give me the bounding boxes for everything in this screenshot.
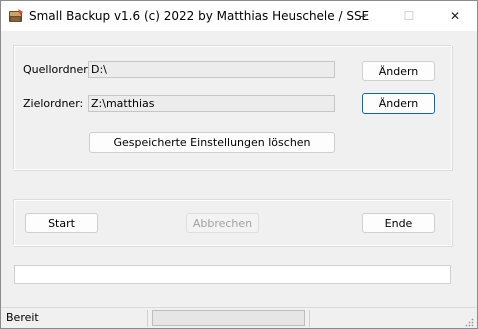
title-bar[interactable]: Small Backup v1.6 (c) 2022 by Matthias H… [1,1,477,31]
maximize-icon: ☐ [403,9,415,23]
source-folder-label: Quellordner: [23,63,92,76]
exit-button[interactable]: Ende [362,213,435,233]
cancel-button: Abbrechen [186,213,259,233]
status-progress-panel [152,310,305,326]
window-title: Small Backup v1.6 (c) 2022 by Matthias H… [29,9,370,23]
status-separator [147,310,148,327]
target-folder-field: Z:\matthias [88,95,335,112]
progress-bar [14,265,451,284]
status-bar: Bereit [1,307,477,328]
minimize-button[interactable]: – [341,1,385,31]
clear-settings-button[interactable]: Gespeicherte Einstellungen löschen [89,132,335,153]
start-button[interactable]: Start [25,213,98,233]
resize-grip-icon[interactable] [464,317,474,327]
maximize-button: ☐ [387,1,431,31]
status-text: Bereit [6,311,39,324]
target-folder-label: Zielordner: [23,97,84,110]
status-separator [309,310,310,327]
backup-app-icon [9,9,23,22]
source-folder-field: D:\ [88,61,335,78]
app-window: Small Backup v1.6 (c) 2022 by Matthias H… [0,0,478,329]
close-button[interactable]: ✕ [433,1,477,31]
minimize-icon: – [360,9,366,23]
close-icon: ✕ [449,9,461,23]
change-source-button[interactable]: Ändern [362,61,435,81]
change-target-button[interactable]: Ändern [362,93,435,114]
